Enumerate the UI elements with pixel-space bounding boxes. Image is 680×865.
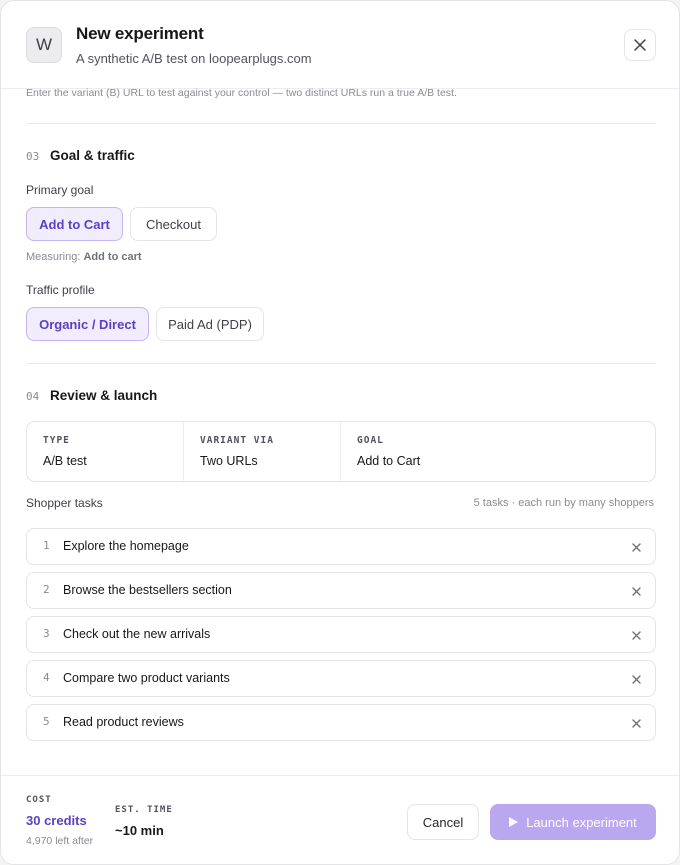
remove-task-button[interactable] (629, 540, 643, 554)
launch-experiment-button[interactable]: Launch experiment (490, 804, 656, 840)
close-icon (631, 542, 641, 552)
modal-title: New experiment (76, 24, 204, 43)
goal-option-checkout[interactable]: Checkout (130, 207, 217, 241)
modal-header: W New experiment A synthetic A/B test on… (1, 1, 679, 89)
section-divider (26, 363, 656, 364)
section-number: 04 (26, 390, 40, 403)
summary-value: A/B test (43, 454, 87, 468)
cost-key: COST (26, 795, 52, 805)
close-icon (634, 39, 646, 51)
task-number: 4 (43, 671, 50, 684)
summary-goal: GOAL Add to Cart (341, 422, 655, 481)
task-text: Check out the new arrivals (63, 627, 211, 641)
close-icon (631, 674, 641, 684)
measuring-prefix: Measuring: (26, 251, 81, 263)
task-row: 4 Compare two product variants (26, 660, 656, 697)
remove-task-button[interactable] (629, 584, 643, 598)
goal-option-add-to-cart[interactable]: Add to Cart (26, 207, 123, 241)
review-summary-card: TYPE A/B test VARIANT VIA Two URLs GOAL … (26, 421, 656, 482)
summary-key: GOAL (357, 435, 384, 446)
measuring-value: Add to cart (83, 251, 142, 263)
summary-variant-via: VARIANT VIA Two URLs (184, 422, 341, 481)
summary-value: Two URLs (200, 454, 258, 468)
est-time-value: ~10 min (115, 823, 164, 838)
section-title-review: Review & launch (50, 388, 158, 403)
section-divider (26, 123, 656, 124)
shopper-tasks-label: Shopper tasks (26, 496, 103, 510)
task-row: 5 Read product reviews (26, 704, 656, 741)
variant-url-hint: Enter the variant (B) URL to test agains… (26, 87, 457, 99)
task-number: 5 (43, 715, 50, 728)
play-icon (509, 817, 519, 827)
task-text: Compare two product variants (63, 671, 230, 685)
close-icon (631, 718, 641, 728)
task-number: 2 (43, 583, 50, 596)
cancel-button[interactable]: Cancel (407, 804, 479, 840)
summary-key: VARIANT VIA (200, 435, 274, 446)
task-number: 3 (43, 627, 50, 640)
modal-footer: COST 30 credits 4,970 left after EST. TI… (1, 775, 679, 864)
shopper-tasks-meta: 5 tasks · each run by many shoppers (473, 497, 654, 509)
remove-task-button[interactable] (629, 628, 643, 642)
task-text: Read product reviews (63, 715, 184, 729)
section-title-goal: Goal & traffic (50, 148, 135, 163)
primary-goal-label: Primary goal (26, 183, 94, 197)
task-number: 1 (43, 539, 50, 552)
task-text: Explore the homepage (63, 539, 189, 553)
summary-type: TYPE A/B test (27, 422, 184, 481)
new-experiment-modal: W New experiment A synthetic A/B test on… (0, 0, 680, 865)
traffic-profile-label: Traffic profile (26, 283, 95, 297)
close-icon (631, 586, 641, 596)
summary-value: Add to Cart (357, 454, 421, 468)
launch-label: Launch experiment (526, 814, 637, 830)
traffic-option-organic[interactable]: Organic / Direct (26, 307, 149, 341)
cost-value: 30 credits (26, 813, 87, 828)
close-icon (631, 630, 641, 640)
remove-task-button[interactable] (629, 672, 643, 686)
section-number: 03 (26, 150, 40, 163)
close-button[interactable] (624, 29, 656, 61)
est-time-key: EST. TIME (115, 805, 173, 815)
measuring-text: Measuring: Add to cart (26, 251, 142, 263)
traffic-option-paid-ad[interactable]: Paid Ad (PDP) (156, 307, 264, 341)
remove-task-button[interactable] (629, 716, 643, 730)
modal-subtitle: A synthetic A/B test on loopearplugs.com (76, 51, 312, 66)
task-row: 2 Browse the bestsellers section (26, 572, 656, 609)
task-text: Browse the bestsellers section (63, 583, 232, 597)
task-row: 1 Explore the homepage (26, 528, 656, 565)
task-row: 3 Check out the new arrivals (26, 616, 656, 653)
credits-remaining: 4,970 left after (26, 835, 94, 847)
workspace-avatar: W (26, 27, 62, 63)
summary-key: TYPE (43, 435, 70, 446)
